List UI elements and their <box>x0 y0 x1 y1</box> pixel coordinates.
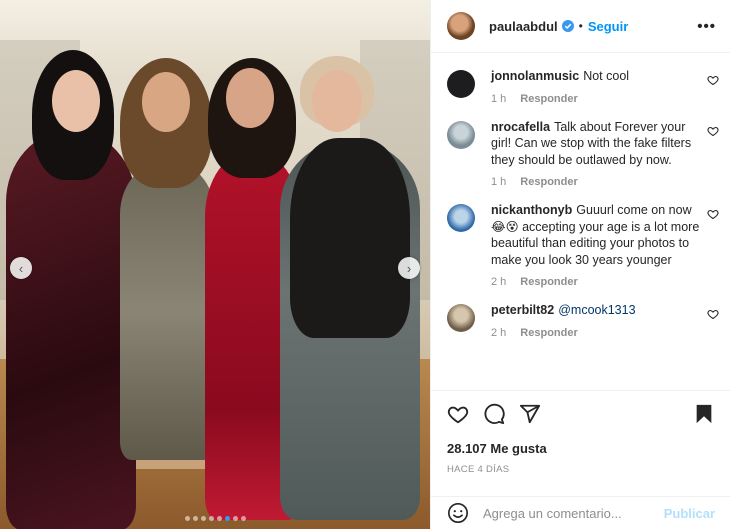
carousel-dot <box>241 516 246 521</box>
carousel-dot <box>217 516 222 521</box>
person-1-face <box>52 70 100 132</box>
comment-text: nrocafella Talk about Forever your girl! … <box>491 119 701 169</box>
comment-text: jonnolanmusic Not cool <box>491 68 701 85</box>
verified-badge-icon <box>561 20 574 32</box>
reply-button[interactable]: Responder <box>520 176 577 188</box>
comment-input[interactable] <box>483 505 663 521</box>
comment-message: Not cool <box>583 69 630 83</box>
comment-time[interactable]: 2 h <box>491 327 506 339</box>
comment-username[interactable]: nrocafella <box>491 120 550 134</box>
comment-time[interactable]: 1 h <box>491 176 506 188</box>
comment-username[interactable]: nickanthonyb <box>491 203 572 217</box>
carousel-dot <box>193 516 198 521</box>
bookmark-icon[interactable] <box>693 403 715 425</box>
comment-item: peterbilt82 @mcook1313 2 h Responder <box>431 288 730 339</box>
publish-button[interactable]: Publicar <box>664 506 715 521</box>
instagram-post: ‹ › paulaabdul • Seguir ••• jonnolanmusi… <box>0 0 730 529</box>
person-2-face <box>142 72 190 132</box>
post-header: paulaabdul • Seguir ••• <box>431 0 730 53</box>
person-1 <box>6 130 136 529</box>
person-4-fur <box>290 138 410 338</box>
carousel-dot <box>201 516 206 521</box>
comment-avatar[interactable] <box>447 204 475 232</box>
reply-button[interactable]: Responder <box>520 93 577 105</box>
comment-like-icon[interactable] <box>707 208 719 220</box>
likes-count[interactable]: 28.107 Me gusta <box>447 441 715 456</box>
person-3-face <box>226 68 274 128</box>
comments-list[interactable]: jonnolanmusic Not cool 1 h Responder nroc… <box>431 54 730 390</box>
carousel-dot-active <box>225 516 230 521</box>
author-username[interactable]: paulaabdul <box>489 19 558 34</box>
comment-icon[interactable] <box>483 403 505 425</box>
action-icons <box>447 391 715 437</box>
emoji-icon[interactable] <box>447 502 469 524</box>
comment-time[interactable]: 1 h <box>491 93 506 105</box>
person-2 <box>120 160 215 460</box>
comment-item: nickanthonyb Guuurl come on now 😂😵 accept… <box>431 188 730 288</box>
follow-button[interactable]: Seguir <box>588 19 628 34</box>
comment-text: nickanthonyb Guuurl come on now 😂😵 accept… <box>491 202 701 268</box>
post-photo[interactable]: ‹ › <box>0 0 430 529</box>
comment-username[interactable]: jonnolanmusic <box>491 69 579 83</box>
post-side-panel: paulaabdul • Seguir ••• jonnolanmusic Not… <box>430 0 730 529</box>
previous-slide-button[interactable]: ‹ <box>10 257 32 279</box>
like-icon[interactable] <box>447 403 469 425</box>
reply-button[interactable]: Responder <box>520 327 577 339</box>
author-avatar[interactable] <box>447 12 475 40</box>
comment-item: jonnolanmusic Not cool 1 h Responder <box>431 54 730 105</box>
comment-avatar[interactable] <box>447 304 475 332</box>
next-slide-button[interactable]: › <box>398 257 420 279</box>
comment-text: peterbilt82 @mcook1313 <box>491 302 701 319</box>
post-actions: 28.107 Me gusta HACE 4 DÍAS <box>431 390 730 475</box>
comment-item: nrocafella Talk about Forever your girl! … <box>431 105 730 188</box>
add-comment-bar: Publicar <box>431 496 730 529</box>
header-separator: • <box>578 19 583 33</box>
comment-username[interactable]: peterbilt82 <box>491 303 554 317</box>
comment-time[interactable]: 2 h <box>491 276 506 288</box>
more-options-icon[interactable]: ••• <box>697 18 716 35</box>
reply-button[interactable]: Responder <box>520 276 577 288</box>
comment-message: @mcook1313 <box>558 303 636 317</box>
comment-like-icon[interactable] <box>707 308 719 320</box>
person-4-face <box>312 70 362 132</box>
comment-like-icon[interactable] <box>707 74 719 86</box>
carousel-dot <box>185 516 190 521</box>
comment-avatar[interactable] <box>447 120 475 149</box>
comment-like-icon[interactable] <box>707 125 719 137</box>
carousel-dots <box>185 516 246 521</box>
carousel-dot <box>209 516 214 521</box>
share-icon[interactable] <box>519 403 541 425</box>
post-date[interactable]: HACE 4 DÍAS <box>447 464 715 475</box>
comment-avatar[interactable] <box>447 70 475 98</box>
carousel-dot <box>233 516 238 521</box>
